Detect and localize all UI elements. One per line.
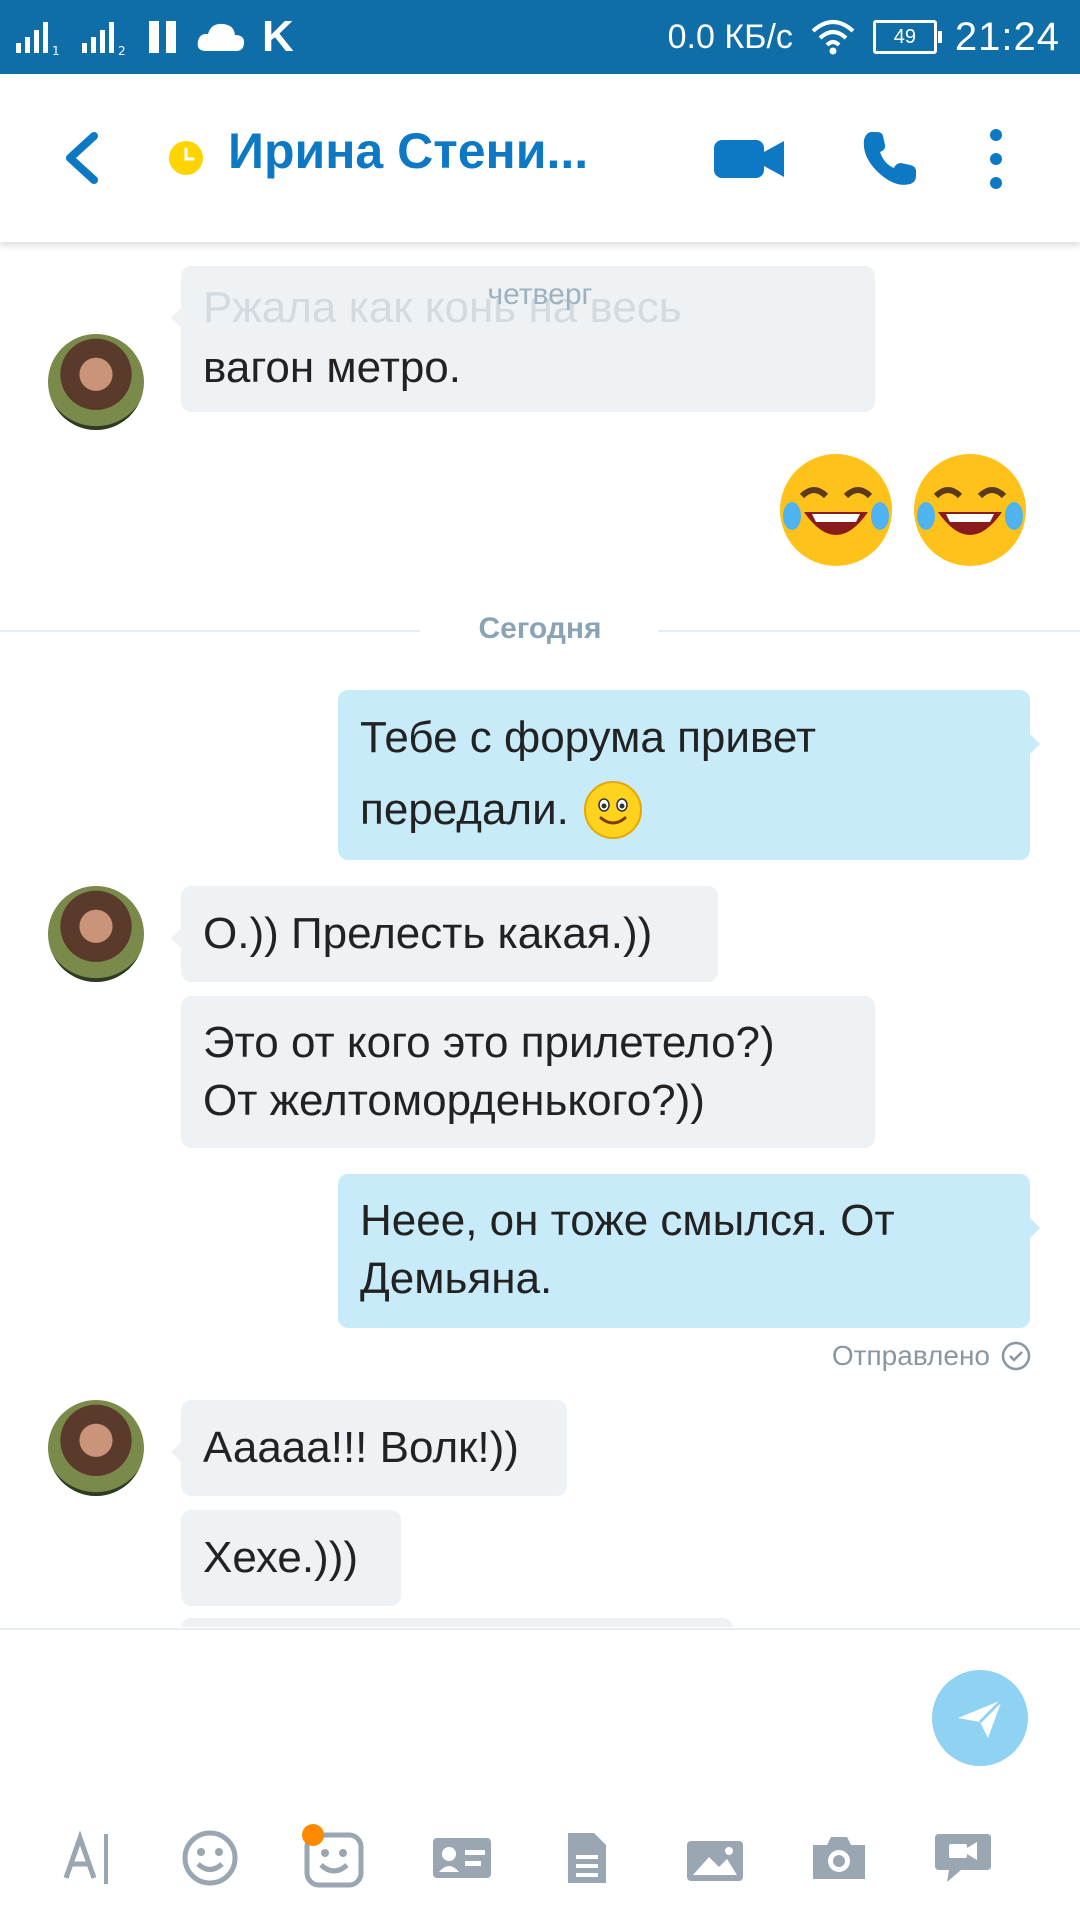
camera-icon[interactable] xyxy=(808,1826,870,1890)
message-text: О.)) Прелесть какая.)) xyxy=(203,909,653,958)
smile-emoji xyxy=(583,781,642,839)
file-icon[interactable] xyxy=(562,1826,612,1890)
message-text: передали. xyxy=(360,785,569,834)
message-text: Это от кого это прилетело?) xyxy=(203,1018,775,1067)
emoji-message[interactable] xyxy=(776,450,1032,570)
message-text: Неее, он тоже смылся. От xyxy=(360,1196,895,1245)
message-text: Тебе с форума привет xyxy=(360,713,817,762)
message-delivery-status: Отправлено xyxy=(832,1340,1032,1372)
message-input[interactable] xyxy=(40,1660,900,1770)
composer-toolbar xyxy=(0,1824,1080,1896)
divider-line xyxy=(658,630,1080,632)
send-button[interactable] xyxy=(932,1670,1028,1766)
video-call-icon[interactable] xyxy=(712,136,786,182)
conversation-header: Ирина Стени... xyxy=(0,74,1080,242)
sent-status-text: Отправлено xyxy=(831,1340,990,1371)
contact-card-icon[interactable] xyxy=(430,1826,494,1890)
mojis-icon[interactable] xyxy=(302,1824,368,1890)
phone-call-icon[interactable] xyxy=(858,128,920,190)
contact-avatar[interactable] xyxy=(48,886,144,982)
message-bubble-incoming[interactable]: О.)) Прелесть какая.)) xyxy=(171,886,718,982)
tears-of-joy-emoji xyxy=(780,454,892,566)
video-message-icon[interactable] xyxy=(932,1826,994,1890)
message-text: Демьяна. xyxy=(360,1254,553,1303)
divider-line xyxy=(0,630,420,632)
clock: 21:24 xyxy=(954,14,1060,59)
sent-check-icon xyxy=(1001,1341,1031,1371)
text-format-icon[interactable] xyxy=(58,1826,118,1890)
day-separator-label: Сегодня xyxy=(478,612,602,645)
new-badge-dot xyxy=(302,1824,324,1846)
message-bubble-incoming-partial[interactable] xyxy=(181,1618,733,1627)
network-speed: 0.0 КБ/с xyxy=(667,17,793,56)
cloud-icon xyxy=(197,23,245,51)
svg-text:1: 1 xyxy=(52,44,60,57)
signal-sim1-icon: 1 xyxy=(16,22,60,57)
message-list[interactable]: Ржала как конь на весь вагон метро. четв… xyxy=(0,242,1080,1627)
wifi-icon xyxy=(811,20,855,55)
more-options-icon[interactable] xyxy=(980,126,1012,192)
contact-name[interactable]: Ирина Стени... xyxy=(228,122,588,180)
back-arrow-icon[interactable] xyxy=(58,130,108,186)
contact-avatar[interactable] xyxy=(48,1400,144,1496)
message-text: От желтоморденького?)) xyxy=(203,1076,705,1125)
message-bubble-incoming[interactable]: Ааааа!!! Волк!)) xyxy=(171,1400,567,1496)
emoticon-icon[interactable] xyxy=(178,1826,242,1890)
message-text: Хехе.))) xyxy=(203,1533,359,1582)
send-icon xyxy=(958,1698,1004,1738)
message-bubble-outgoing[interactable]: Неее, он тоже смылся. От Демьяна. xyxy=(338,1174,1040,1328)
svg-text:2: 2 xyxy=(118,44,126,57)
battery-level: 49 xyxy=(893,25,917,48)
media-bar-icon[interactable] xyxy=(684,1826,746,1890)
composer xyxy=(0,1628,1080,1922)
message-bubble-incoming[interactable]: Хехе.))) xyxy=(181,1510,401,1606)
contact-avatar[interactable] xyxy=(48,334,144,430)
status-bar: 1 2 K 0.0 КБ/с 49 21:24 xyxy=(0,0,1080,74)
tears-of-joy-emoji xyxy=(914,454,1026,566)
pause-icon xyxy=(149,21,176,53)
app-notification-icon: K xyxy=(262,12,294,61)
away-status-icon xyxy=(169,141,203,175)
message-bubble-outgoing[interactable]: Тебе с форума привет передали. xyxy=(338,690,1040,860)
message-text: Ааааа!!! Волк!)) xyxy=(203,1423,519,1472)
message-bubble-incoming[interactable]: Это от кого это прилетело?) От желтоморд… xyxy=(181,996,875,1148)
battery-indicator: 49 xyxy=(872,20,942,54)
signal-sim2-icon: 2 xyxy=(82,22,126,57)
message-text: вагон метро. xyxy=(203,343,462,392)
day-separator-label: четверг xyxy=(487,278,593,311)
